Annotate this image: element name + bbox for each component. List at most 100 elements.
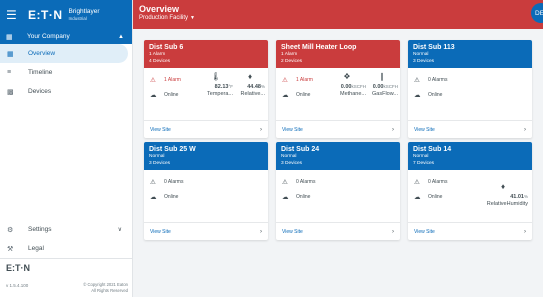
site-status: 1 Alarm [149,52,166,57]
alarm-count: 0 Alarms [428,179,448,185]
metric-label: RelativeHumidity [486,201,528,207]
location-selector[interactable]: Production Facility ▼ [139,15,195,21]
humidity-icon: ♦ [247,72,253,81]
metric-value: 0.00 [340,84,352,90]
sidebar-item-settings[interactable]: ⚙ Settings ∨ [0,220,132,239]
view-site-label: View Site [414,126,435,133]
view-site-label: View Site [150,126,171,133]
alarm-row: ⚠ 0 Alarms [414,178,447,186]
metric-gasflow: ∥ 0.00kSCFH GasFlow... [366,72,398,97]
gear-icon: ⚙ [7,226,14,234]
menu-icon[interactable]: ☰ [6,8,20,22]
site-card: Dist Sub 14 Normal 7 Devices ⚠ 0 Alarms … [408,142,532,240]
avatar[interactable]: DE [531,3,543,23]
thermometer-icon: 🌡 [210,72,222,81]
online-row: ☁ Online [150,193,178,201]
alarm-row: ⚠ 1 Alarm [282,76,313,84]
card-header: Dist Sub 24 Normal 3 Devices [276,142,400,170]
cloud-icon: ☁ [282,92,289,99]
page-title: Overview [139,4,180,14]
card-body: ⚠ 1 Alarm ☁ Online ❖ 0.00kSCFH Methane..… [276,68,400,120]
brightlayer-logo: Brightlayer Industrial [69,8,100,22]
alarm-icon: ⚠ [282,179,288,186]
gasflow-icon: ∥ [380,72,384,81]
metric-label: Tempera... [207,91,233,97]
alarm-icon: ⚠ [282,77,288,84]
alarm-row: ⚠ 1 Alarm [150,76,181,84]
view-site-link[interactable]: View Site › [276,222,400,240]
alarm-icon: ⚠ [150,179,156,186]
card-body: ⚠ 0 Alarms ☁ Online [276,170,400,222]
site-name: Dist Sub 6 [149,44,184,51]
company-selector[interactable]: ▦ Your Company ▲ [0,29,132,44]
cloud-icon: ☁ [414,92,421,99]
device-count: 3 Devices [413,59,435,64]
view-site-link[interactable]: View Site › [144,222,268,240]
card-header: Dist Sub 6 1 Alarm 4 Devices [144,40,268,68]
logo-suite: Industrial [68,15,87,21]
view-site-link[interactable]: View Site › [408,222,532,240]
chevron-right-icon: › [260,228,262,235]
view-site-label: View Site [282,126,303,133]
sidebar-item-legal[interactable]: ⚒ Legal [0,239,132,258]
metric-unit: kSCFH [383,84,399,89]
copyright-line: All Rights Reserved [91,288,128,293]
site-status: 1 Alarm [281,52,298,57]
card-body: ⚠ 0 Alarms ☁ Online ♦ 41.01% RelativeHum… [408,170,532,222]
metric-unit: kSCFH [351,84,367,89]
alarm-count: 1 Alarm [296,77,313,83]
sidebar-item-devices[interactable]: ▩ Devices [0,82,132,101]
device-count: 3 Devices [149,161,171,166]
sidebar-item-label: Legal [28,245,44,252]
chevron-down-icon: ∨ [117,227,122,233]
site-card: Dist Sub 25 W Normal 3 Devices ⚠ 0 Alarm… [144,142,268,240]
metric-temperature: 🌡 82.13°F Tempera... [199,72,233,97]
alarm-count: 0 Alarms [296,179,316,185]
chevron-right-icon: › [392,126,394,133]
chevron-right-icon: › [392,228,394,235]
site-status: Normal [149,154,165,159]
alarm-icon: ⚠ [150,77,156,84]
copyright: © Copyright 2021 Eaton All Rights Reserv… [83,282,128,294]
online-row: ☁ Online [282,91,310,99]
view-site-label: View Site [414,228,435,235]
sidebar-item-timeline[interactable]: ≡ Timeline [0,63,132,82]
footer-logo: E:T·N [6,263,30,273]
online-status: Online [428,92,443,98]
gavel-icon: ⚒ [7,245,14,253]
view-site-link[interactable]: View Site › [276,120,400,138]
device-count: 4 Devices [149,59,171,64]
sidebar-bottom: ⚙ Settings ∨ ⚒ Legal E:T·N v 1.5.4.100 ©… [0,220,132,297]
view-site-link[interactable]: View Site › [408,120,532,138]
alarm-count: 1 Alarm [164,77,181,83]
online-status: Online [296,194,311,200]
site-name: Dist Sub 24 [281,146,320,153]
alarm-row: ⚠ 0 Alarms [282,178,315,186]
site-status: Normal [281,154,297,159]
alarm-count: 0 Alarms [164,179,184,185]
online-status: Online [164,194,179,200]
card-header: Dist Sub 25 W Normal 3 Devices [144,142,268,170]
site-name: Dist Sub 25 W [149,146,196,153]
alarm-row: ⚠ 0 Alarms [150,178,183,186]
company-name: Your Company [27,33,70,40]
device-icon: ▩ [7,88,14,96]
version-text: v 1.5.4.100 [6,283,29,288]
methane-icon: ❖ [343,72,351,81]
site-name: Dist Sub 14 [413,146,452,153]
sidebar: ☰ E:T·N Brightlayer Industrial ▦ Your Co… [0,0,133,297]
online-status: Online [296,92,311,98]
view-site-link[interactable]: View Site › [144,120,268,138]
cloud-icon: ☁ [150,194,157,201]
sidebar-footer: E:T·N v 1.5.4.100 © Copyright 2021 Eaton… [0,258,132,297]
site-status: Normal [413,154,429,159]
cloud-icon: ☁ [150,92,157,99]
sidebar-item-overview[interactable]: ▦ Overview [0,44,128,63]
list-icon: ≡ [7,69,12,76]
metric-value: 0.00 [372,84,384,90]
online-row: ☁ Online [150,91,178,99]
logo-brand: Brightlayer [68,7,100,15]
online-row: ☁ Online [414,91,442,99]
sidebar-header: ☰ E:T·N Brightlayer Industrial [0,0,132,29]
chevron-right-icon: › [260,126,262,133]
